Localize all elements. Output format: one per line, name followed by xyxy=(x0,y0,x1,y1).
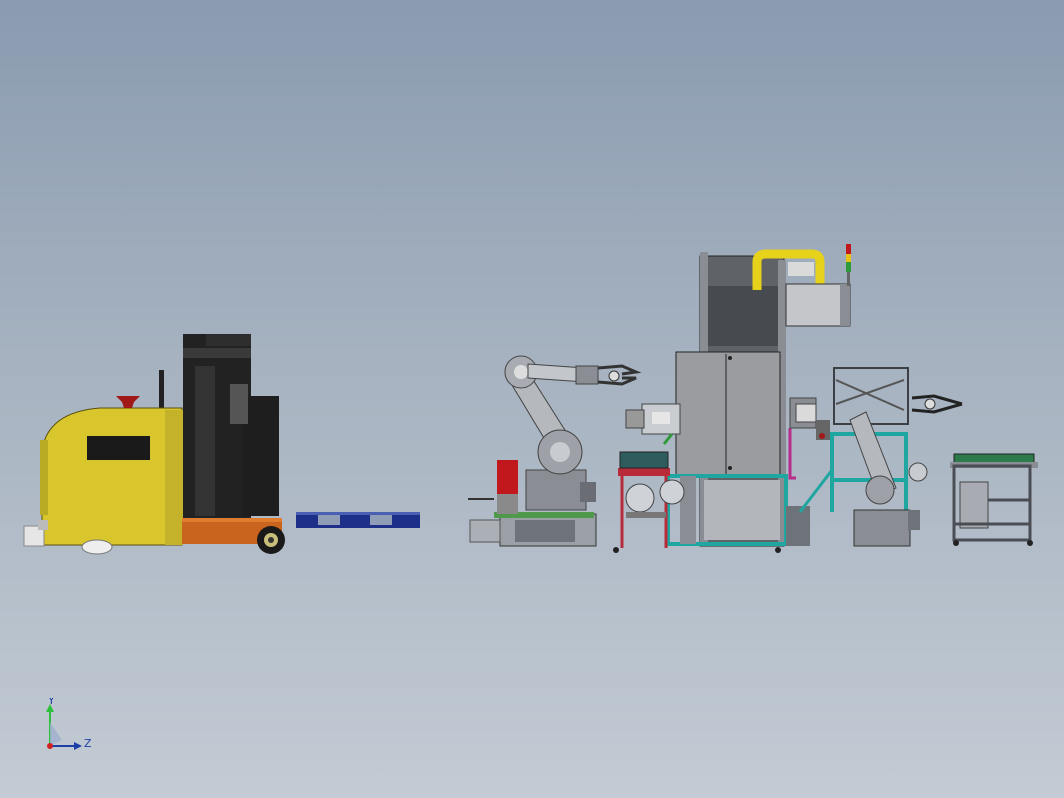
forklift-body xyxy=(41,407,183,546)
central-station[interactable] xyxy=(613,244,851,553)
red-table xyxy=(618,468,670,476)
robot-controller xyxy=(497,460,518,494)
forklift-window xyxy=(87,436,150,460)
y-axis-label: Y xyxy=(47,698,55,707)
station-cabinet xyxy=(675,351,781,477)
forklift-mast-top xyxy=(183,348,251,358)
forklift-drive-wheel xyxy=(81,539,113,555)
forklift-mast xyxy=(183,334,251,519)
cad-viewport[interactable]: Y Z xyxy=(0,0,1064,798)
forklift-antenna xyxy=(159,370,164,410)
robot-cell-left[interactable] xyxy=(468,355,642,547)
right-robot-base xyxy=(853,509,911,547)
coordinate-triad: Y Z xyxy=(46,698,92,750)
assembly-model[interactable] xyxy=(0,0,1064,798)
warning-light-icon xyxy=(116,396,140,408)
signal-tower-icon xyxy=(846,244,851,254)
conveyor-stand[interactable] xyxy=(950,453,1038,546)
z-axis-label: Z xyxy=(84,737,92,750)
robot-cell-right[interactable] xyxy=(798,367,963,547)
right-gripper-icon xyxy=(911,394,963,414)
agv-forklift[interactable] xyxy=(23,334,420,555)
origin-icon xyxy=(47,743,53,749)
robot-base xyxy=(525,469,587,511)
